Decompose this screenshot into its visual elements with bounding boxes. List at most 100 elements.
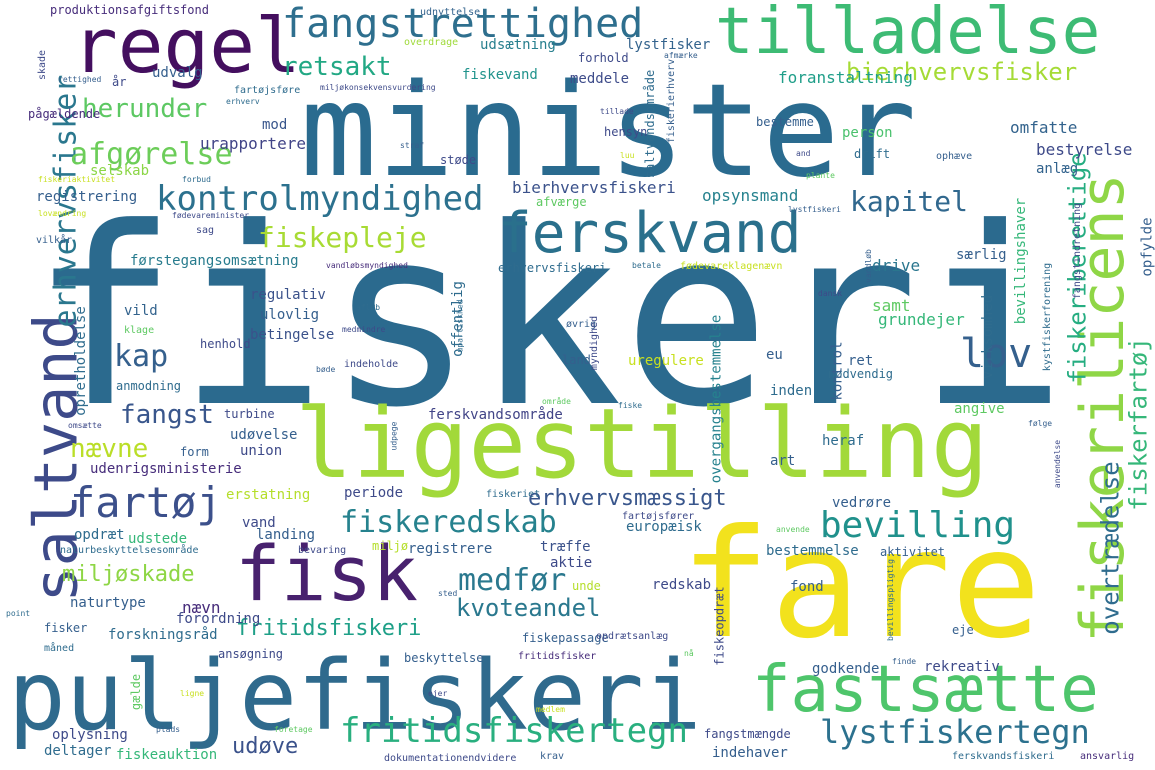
- word-finde: finde: [892, 657, 917, 666]
- word-ansoegning: ansøgning: [218, 647, 284, 661]
- word-erstatning: erstatning: [226, 487, 311, 503]
- word-udoevelse: udøvelse: [230, 427, 298, 443]
- word-fiskeauktion: fiskeauktion: [116, 747, 218, 763]
- word-grundejer: grundejer: [878, 310, 965, 329]
- word-naturbeskyttelsesomraade: naturbeskyttelsesområde: [60, 545, 199, 556]
- word-maaned: måned: [44, 643, 75, 654]
- word-ansvarlig: ansvarlig: [1080, 751, 1135, 762]
- word-ulovlig: ulovlig: [260, 307, 320, 323]
- word-unde: unde: [572, 579, 601, 593]
- word-gaelde: gælde: [129, 673, 144, 711]
- word-inden: inden: [770, 383, 813, 399]
- word-overdrage: overdrage: [404, 37, 459, 48]
- word-ligestilling: ligestilling: [295, 388, 989, 500]
- word-anvende: anvende: [776, 525, 810, 534]
- word-fiskepleje: fiskepleje: [258, 221, 427, 254]
- word-kontrol: kontrol: [829, 341, 846, 401]
- word-miljoekonsekvensvurdering: miljøkonsekvensvurdering: [320, 83, 436, 92]
- word-udstede: udstede: [128, 531, 188, 547]
- word-fiskeredskab: fiskeredskab: [340, 505, 557, 540]
- word-heraf: heraf: [822, 433, 865, 449]
- word-ferskvandsomraade: ferskvandsområde: [428, 407, 563, 423]
- word-miljoe: miljø: [372, 539, 409, 553]
- word-lystfiskertegn: lystfiskertegn: [820, 713, 1090, 751]
- word-opdraet: opdræt: [74, 527, 125, 543]
- word-dokumentationendvidere: dokumentationendvidere: [384, 753, 517, 764]
- word-bevilling: bevilling: [820, 505, 1016, 546]
- word-udpege: udpege: [389, 421, 399, 451]
- word-fisker: fisker: [44, 621, 88, 635]
- word-stoede: støde: [440, 153, 477, 167]
- word-fartoejsfoere: fartøjsføre: [234, 85, 301, 96]
- word-oplysning: oplysning: [52, 727, 128, 743]
- word-indeholde: indeholde: [344, 359, 399, 370]
- word-and: and: [796, 149, 811, 158]
- word-land: land: [562, 353, 591, 367]
- word-ret: ret: [848, 353, 874, 369]
- word-foelge: følge: [1028, 419, 1053, 428]
- word-union: union: [240, 443, 283, 459]
- word-foedevareklagenaevn: fødevareklagenævn: [680, 261, 783, 272]
- word-meddele: meddele: [570, 71, 630, 87]
- word-afvaerge: afværge: [536, 195, 587, 209]
- word-hensyn: hensyn: [604, 125, 648, 139]
- word-drift: drift: [854, 147, 891, 161]
- word-tilladelse: tilladelse: [715, 0, 1101, 69]
- word-uregulere: uregulere: [628, 353, 704, 369]
- word-godkende: godkende: [812, 661, 880, 677]
- word-traeffe: træffe: [540, 539, 591, 555]
- word-bestyrelse: bestyrelse: [1036, 140, 1133, 159]
- word-eu: eu: [766, 347, 783, 363]
- word-virksomhed: virksomhed: [980, 294, 997, 380]
- word-betale: betale: [632, 261, 661, 270]
- word-forhold: forhold: [578, 51, 629, 65]
- word-art: art: [770, 453, 796, 469]
- word-tillade: tillade: [600, 107, 634, 116]
- word-vild: vild: [124, 303, 158, 319]
- word-fangstmaengde: fangstmængde: [704, 727, 791, 741]
- word-naa: nå: [684, 649, 694, 658]
- word-foerstegangsomsaetning: førstegangsomsætning: [130, 253, 299, 269]
- word-sted: sted: [438, 589, 458, 598]
- word-fond: fond: [790, 579, 824, 595]
- word-vilkaar: vilkår: [36, 235, 73, 246]
- word-miljoeskade: miljøskade: [62, 562, 195, 587]
- word-kapitel: kapitel: [850, 185, 969, 218]
- word-fiskeopdraet: fiskeopdræt: [712, 586, 727, 666]
- word-medlem: medlem: [536, 705, 565, 714]
- word-kvoteandel: kvoteandel: [456, 594, 601, 622]
- word-anmodning: anmodning: [116, 379, 182, 393]
- word-aktie: aktie: [550, 555, 593, 571]
- word-lystfiskeri: lystfiskeri: [788, 205, 841, 214]
- word-omsaette: omsætte: [68, 421, 102, 430]
- word-produktionsafgiftsfond: produktionsafgiftsfond: [50, 3, 209, 17]
- word-bevillingshaver: bevillingshaver: [1013, 197, 1030, 325]
- word-indehaver: indehaver: [712, 745, 788, 761]
- word-ferskvand: ferskvand: [498, 201, 802, 266]
- word-bestemme: bestemme: [756, 115, 814, 129]
- word-registrering: registrering: [36, 189, 138, 205]
- word-aar: år: [112, 75, 127, 89]
- word-bevillingspligtig: bevillingspligtig: [885, 559, 895, 641]
- word-foretage: foretage: [274, 725, 313, 734]
- word-fiskerierhverv: fiskerierhverv: [666, 58, 678, 144]
- word-krav: krav: [540, 751, 565, 762]
- word-lovaendring: lovændring: [38, 209, 87, 218]
- word-omraade: område: [542, 397, 571, 406]
- word-overtraedelse: overtrædelse: [1096, 461, 1125, 635]
- word-deltager: deltager: [44, 743, 112, 759]
- word-fritidsfisker: fritidsfisker: [518, 651, 597, 662]
- word-forordning: forordning: [176, 611, 261, 627]
- word-urapportere: urapportere: [200, 134, 306, 153]
- word-henhold: henhold: [200, 337, 251, 351]
- word-naevne: nævne: [70, 434, 149, 464]
- word-sag: sag: [196, 225, 215, 236]
- word-anlaeg: anlæg: [1036, 161, 1079, 177]
- word-aflob: afløb: [356, 303, 381, 312]
- word-saerlig: særlig: [956, 247, 1007, 263]
- word-europaeisk: europæisk: [626, 519, 702, 535]
- word-overgangsbestemmelse: overgangsbestemmelse: [708, 314, 725, 484]
- word-skade: skade: [37, 49, 49, 81]
- word-bestemmelse: bestemmelse: [766, 543, 859, 559]
- word-ejer: ejer: [428, 689, 448, 698]
